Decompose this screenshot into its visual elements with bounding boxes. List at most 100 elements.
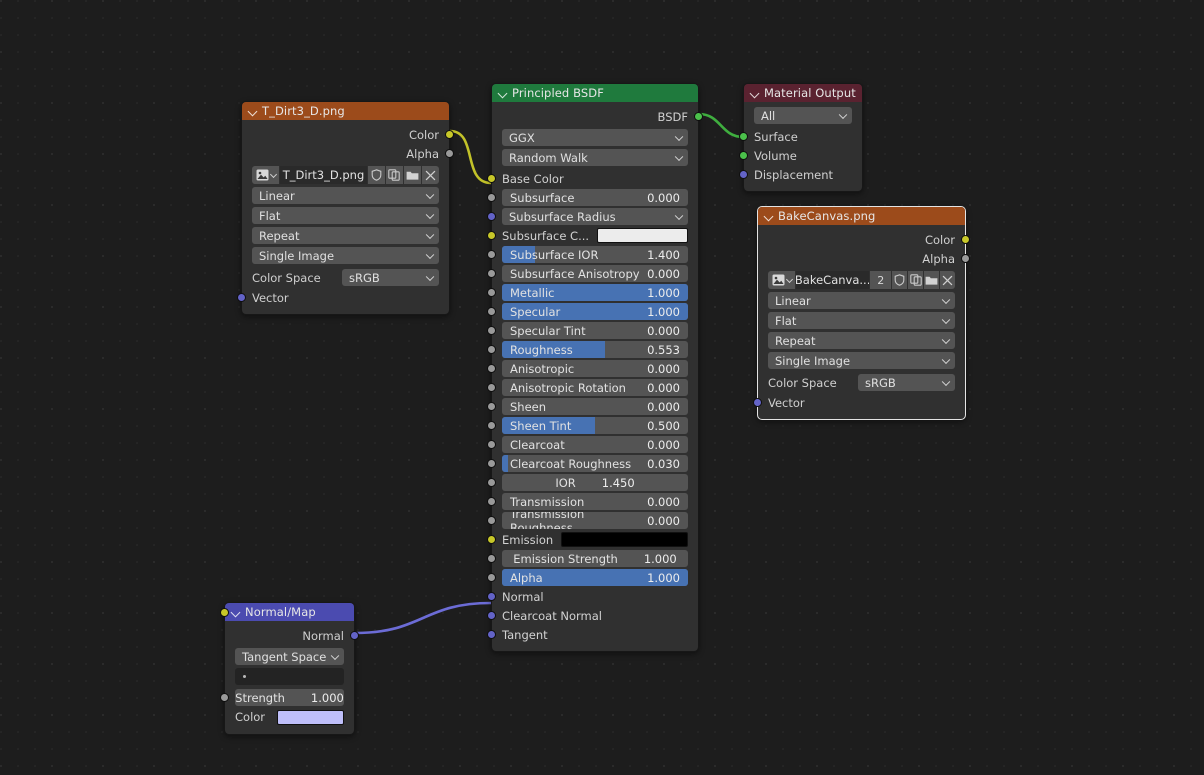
strength-slider[interactable]: Strength 1.000 [235,689,344,706]
user-count-button[interactable]: 2 [870,271,892,289]
image-name-field[interactable]: T_Dirt3_D.png [280,166,367,184]
folder-open-icon[interactable] [924,271,940,289]
color-swatch[interactable] [597,228,688,243]
grey-socket[interactable] [487,440,496,449]
node-principled-bsdf[interactable]: Principled BSDF BSDF GGX Random Walk Bas… [487,83,703,652]
image-datablock-bar[interactable]: T_Dirt3_D.png [252,166,439,184]
transmission-roughness-slider[interactable]: Transmission Roughness 0.000 [502,512,688,529]
uv-map-field[interactable] [235,668,344,685]
transmission-slider[interactable]: Transmission 0.000 [502,493,688,510]
color-swatch[interactable] [277,709,344,725]
subsurface-anisotropy-slider[interactable]: Subsurface Anisotropy 0.000 [502,265,688,282]
grey-socket[interactable] [487,497,496,506]
node-image-texture-dirt[interactable]: T_Dirt3_D.png Color Alpha T_Dirt3_D.png … [237,101,454,315]
grey-socket[interactable] [487,554,496,563]
node-header-image-texture-bake[interactable]: BakeCanvas.png [758,207,965,225]
grey-socket[interactable] [487,193,496,202]
yellow-socket[interactable] [961,235,970,244]
projection-dropdown[interactable]: Flat [768,312,955,329]
anisotropic-slider[interactable]: Anisotropic 0.000 [502,360,688,377]
purple-socket[interactable] [753,398,762,407]
image-name-field[interactable]: BakeCanva... [796,271,870,289]
projection-dropdown[interactable]: Flat [252,207,439,224]
clearcoat-slider[interactable]: Clearcoat 0.000 [502,436,688,453]
node-image-texture-bake[interactable]: BakeCanvas.png Color Alpha BakeCanva... … [753,206,970,420]
grey-socket[interactable] [487,383,496,392]
node-header-material-output[interactable]: Material Output [744,84,862,102]
image-browse-icon[interactable] [252,166,279,184]
chevron-down-icon[interactable] [231,607,241,617]
node-header-image-texture-dirt[interactable]: T_Dirt3_D.png [242,102,449,120]
shield-icon[interactable] [892,271,908,289]
extension-dropdown[interactable]: Repeat [768,332,955,349]
metallic-slider[interactable]: Metallic 1.000 [502,284,688,301]
chevron-down-icon[interactable] [498,88,508,98]
node-normal-map[interactable]: Normal/Map Normal Tangent Space Strength… [220,602,359,735]
alpha-slider[interactable]: Alpha 1.000 [502,569,688,586]
anisotropic-rotation-slider[interactable]: Anisotropic Rotation 0.000 [502,379,688,396]
space-dropdown[interactable]: Tangent Space [235,648,344,665]
image-browse-icon[interactable] [768,271,795,289]
roughness-slider[interactable]: Roughness 0.553 [502,341,688,358]
specular-slider[interactable]: Specular 1.000 [502,303,688,320]
purple-socket[interactable] [350,631,359,640]
interpolation-dropdown[interactable]: Linear [252,187,439,204]
color-space-dropdown[interactable]: sRGB [342,269,439,286]
purple-socket[interactable] [487,592,496,601]
purple-socket[interactable] [739,170,748,179]
sheen-slider[interactable]: Sheen 0.000 [502,398,688,415]
node-material-output[interactable]: Material Output All Surface Volume Displ… [739,83,863,192]
image-datablock-bar[interactable]: BakeCanva... 2 [768,271,955,289]
chevron-down-icon[interactable] [750,88,760,98]
duplicate-icon[interactable] [385,166,403,184]
green-socket[interactable] [694,112,703,121]
yellow-socket[interactable] [487,231,496,240]
subsurface-ior-slider[interactable]: Subsurface IOR 1.400 [502,246,688,263]
grey-socket[interactable] [220,693,229,702]
subsurface-radius-dropdown[interactable]: Subsurface Radius [502,208,688,225]
grey-socket[interactable] [487,459,496,468]
yellow-socket[interactable] [487,535,496,544]
yellow-socket[interactable] [220,608,229,617]
subsurface-slider[interactable]: Subsurface 0.000 [502,189,688,206]
color-space-dropdown[interactable]: sRGB [858,374,955,391]
distribution-dropdown[interactable]: GGX [502,129,688,146]
specular-tint-slider[interactable]: Specular Tint 0.000 [502,322,688,339]
unlink-x-icon[interactable] [940,271,955,289]
color-swatch[interactable] [561,532,688,547]
interpolation-dropdown[interactable]: Linear [768,292,955,309]
grey-socket[interactable] [487,516,496,525]
grey-socket[interactable] [487,402,496,411]
source-dropdown[interactable]: Single Image [252,247,439,264]
unlink-x-icon[interactable] [421,166,439,184]
yellow-socket[interactable] [487,174,496,183]
grey-socket[interactable] [445,149,454,158]
duplicate-icon[interactable] [908,271,924,289]
chevron-down-icon[interactable] [764,211,774,221]
grey-socket[interactable] [487,269,496,278]
grey-socket[interactable] [487,250,496,259]
source-dropdown[interactable]: Single Image [768,352,955,369]
chevron-down-icon[interactable] [248,106,258,116]
subsurface-method-dropdown[interactable]: Random Walk [502,149,688,166]
grey-socket[interactable] [487,573,496,582]
grey-socket[interactable] [487,288,496,297]
extension-dropdown[interactable]: Repeat [252,227,439,244]
sheen-tint-slider[interactable]: Sheen Tint 0.500 [502,417,688,434]
yellow-socket[interactable] [445,130,454,139]
grey-socket[interactable] [487,478,496,487]
grey-socket[interactable] [487,364,496,373]
grey-socket[interactable] [487,307,496,316]
target-dropdown[interactable]: All [754,107,852,124]
grey-socket[interactable] [487,421,496,430]
green-socket[interactable] [739,132,748,141]
node-header-principled-bsdf[interactable]: Principled BSDF [492,84,698,102]
purple-socket[interactable] [487,212,496,221]
emission-strength-slider[interactable]: Emission Strength 1.000 [502,550,688,567]
ior-slider[interactable]: IOR 1.450 [502,474,688,491]
grey-socket[interactable] [487,326,496,335]
node-header-normal-map[interactable]: Normal/Map [225,603,354,621]
shader-node-editor[interactable]: T_Dirt3_D.png Color Alpha T_Dirt3_D.png … [0,0,1204,775]
purple-socket[interactable] [487,611,496,620]
purple-socket[interactable] [487,630,496,639]
